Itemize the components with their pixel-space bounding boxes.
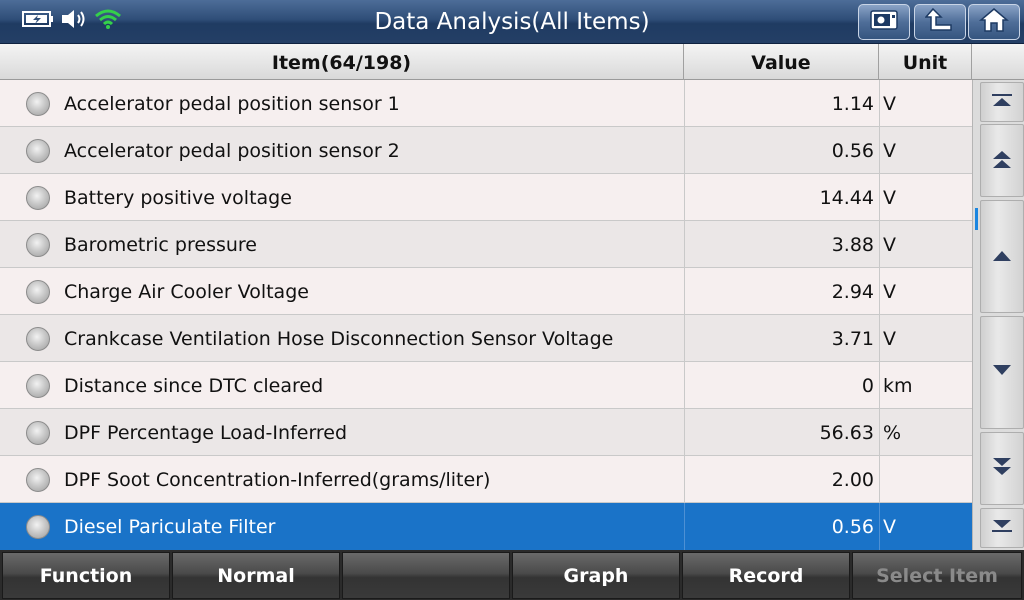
data-list: Accelerator pedal position sensor 1 1.14… — [0, 80, 972, 550]
home-icon — [978, 7, 1010, 37]
item-name: DPF Percentage Load-Inferred — [64, 422, 348, 444]
item-name: Accelerator pedal position sensor 1 — [64, 93, 400, 115]
item-unit: V — [879, 268, 972, 315]
radio-button[interactable] — [26, 421, 50, 445]
item-unit — [879, 456, 972, 503]
table-row[interactable]: Distance since DTC cleared 0 km — [0, 362, 972, 409]
screen-capture-button[interactable] — [858, 4, 910, 40]
scroll-top-icon — [990, 92, 1014, 112]
screen-capture-icon — [869, 8, 899, 36]
scroll-up-button[interactable] — [980, 200, 1024, 313]
radio-button[interactable] — [26, 515, 50, 539]
page-up-button[interactable] — [980, 124, 1024, 197]
item-name: Battery positive voltage — [64, 187, 292, 209]
item-value: 1.14 — [684, 80, 874, 127]
radio-button[interactable] — [26, 468, 50, 492]
item-unit: V — [879, 80, 972, 127]
graph-button[interactable]: Graph — [512, 552, 680, 599]
item-unit: V — [879, 221, 972, 268]
table-row[interactable]: Accelerator pedal position sensor 1 1.14… — [0, 80, 972, 127]
radio-button[interactable] — [26, 139, 50, 163]
item-value: 2.00 — [684, 456, 874, 503]
empty-button[interactable] — [342, 552, 510, 599]
item-unit: V — [879, 503, 972, 550]
title-bar: Data Analysis(All Items) — [0, 0, 1024, 44]
back-button[interactable] — [914, 4, 966, 40]
item-value: 0 — [684, 362, 874, 409]
item-name: Charge Air Cooler Voltage — [64, 281, 309, 303]
double-chevron-up-icon — [990, 147, 1014, 175]
radio-button[interactable] — [26, 280, 50, 304]
item-value: 3.88 — [684, 221, 874, 268]
table-row[interactable]: Charge Air Cooler Voltage 2.94 V — [0, 268, 972, 315]
radio-button[interactable] — [26, 327, 50, 351]
column-header-item: Item(64/198) — [0, 44, 684, 80]
radio-button[interactable] — [26, 186, 50, 210]
item-unit: % — [879, 409, 972, 456]
radio-button[interactable] — [26, 374, 50, 398]
item-unit: V — [879, 315, 972, 362]
item-value: 3.71 — [684, 315, 874, 362]
scroll-down-button[interactable] — [980, 316, 1024, 429]
page-down-button[interactable] — [980, 432, 1024, 505]
table-header: Item(64/198) Value Unit — [0, 44, 1024, 80]
item-unit: V — [879, 174, 972, 221]
back-icon — [924, 7, 955, 37]
scroll-bottom-icon — [990, 518, 1014, 538]
normal-button[interactable]: Normal — [172, 552, 340, 599]
table-row[interactable]: Battery positive voltage 14.44 V — [0, 174, 972, 221]
chevron-down-icon — [990, 363, 1014, 383]
item-name: Accelerator pedal position sensor 2 — [64, 140, 400, 162]
scroll-to-top-button[interactable] — [980, 82, 1024, 122]
item-name: Crankcase Ventilation Hose Disconnection… — [64, 328, 614, 350]
column-header-unit: Unit — [879, 44, 972, 80]
table-row[interactable]: Crankcase Ventilation Hose Disconnection… — [0, 315, 972, 362]
table-row[interactable]: DPF Percentage Load-Inferred 56.63 % — [0, 409, 972, 456]
item-value: 56.63 — [684, 409, 874, 456]
home-button[interactable] — [968, 4, 1020, 40]
record-button[interactable]: Record — [682, 552, 850, 599]
item-name: Distance since DTC cleared — [64, 375, 324, 397]
item-name: Diesel Pariculate Filter — [64, 516, 276, 538]
column-header-value: Value — [684, 44, 879, 80]
item-value: 0.56 — [684, 503, 874, 550]
item-value: 14.44 — [684, 174, 874, 221]
scroll-panel — [972, 80, 1024, 550]
table-row-selected[interactable]: Diesel Pariculate Filter 0.56 V — [0, 503, 972, 550]
radio-button[interactable] — [26, 233, 50, 257]
bottom-toolbar: Function Normal Graph Record Select Item — [0, 550, 1024, 600]
scroll-to-bottom-button[interactable] — [980, 508, 1024, 548]
chevron-up-icon — [990, 247, 1014, 267]
table-row[interactable]: Barometric pressure 3.88 V — [0, 221, 972, 268]
item-value: 2.94 — [684, 268, 874, 315]
item-value: 0.56 — [684, 127, 874, 174]
table-row[interactable]: DPF Soot Concentration-Inferred(grams/li… — [0, 456, 972, 503]
item-unit: km — [879, 362, 972, 409]
function-button[interactable]: Function — [2, 552, 170, 599]
table-row[interactable]: Accelerator pedal position sensor 2 0.56… — [0, 127, 972, 174]
scroll-position-indicator — [975, 208, 978, 230]
select-item-button[interactable]: Select Item — [852, 552, 1022, 599]
item-name: DPF Soot Concentration-Inferred(grams/li… — [64, 469, 491, 491]
double-chevron-down-icon — [990, 455, 1014, 483]
column-header-spacer — [972, 44, 1024, 80]
item-unit: V — [879, 127, 972, 174]
radio-button[interactable] — [26, 92, 50, 116]
item-name: Barometric pressure — [64, 234, 257, 256]
